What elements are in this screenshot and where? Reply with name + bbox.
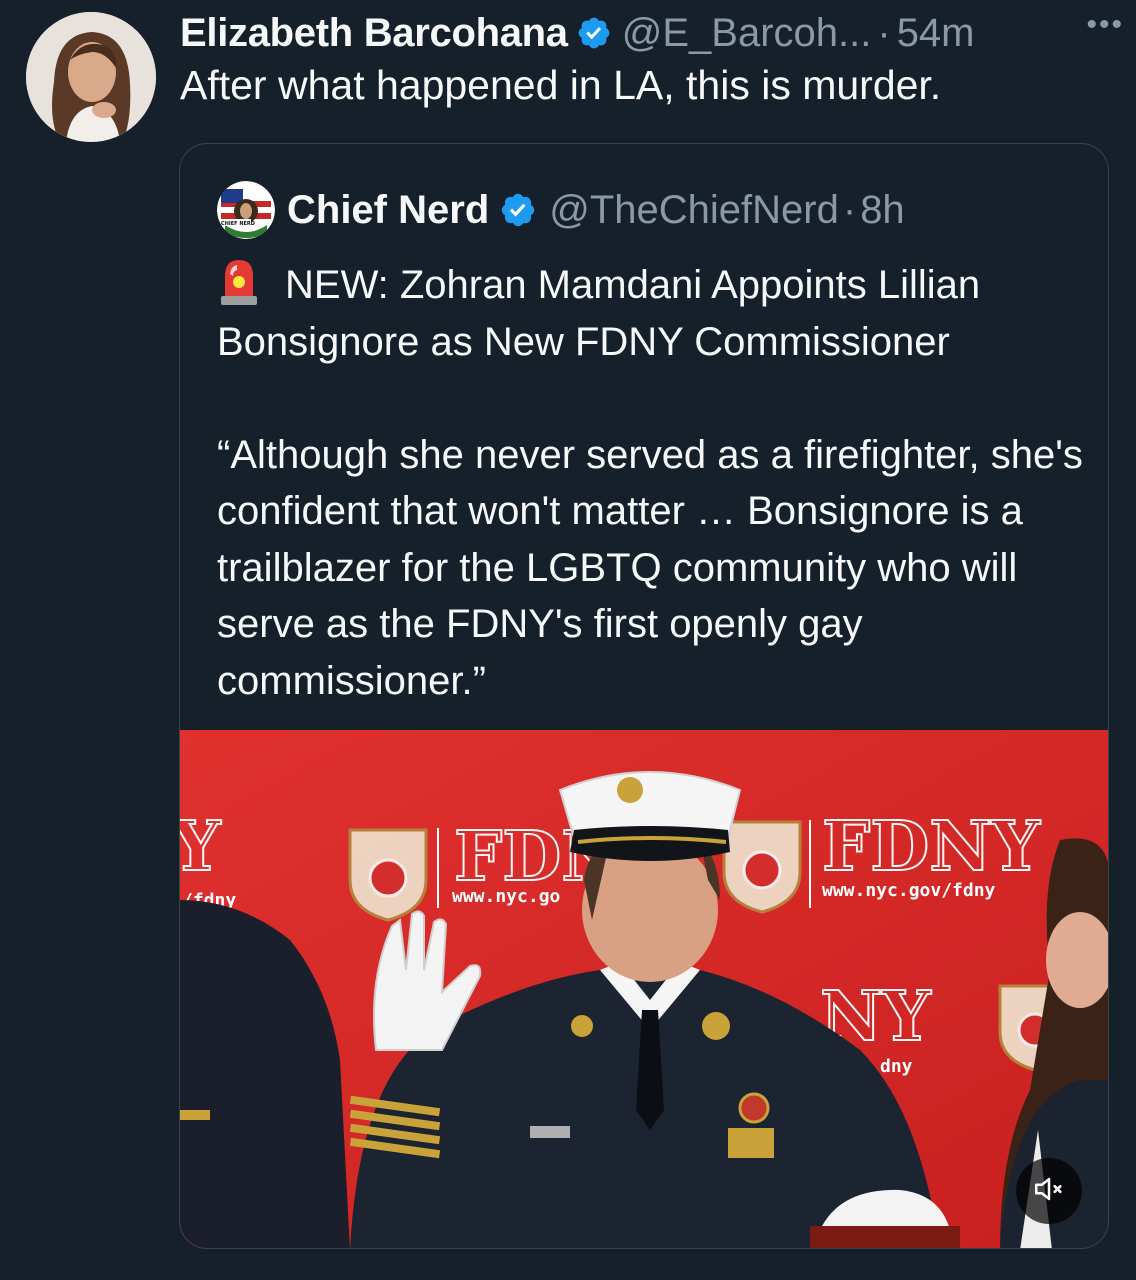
more-options-icon[interactable]: ••• [1086,8,1124,42]
quoted-tweet-header: CHIEF NERD Chief Nerd @TheChiefNerd · 8h [217,180,905,240]
mute-toggle-button[interactable] [1016,1158,1082,1224]
quoted-author-handle[interactable]: @TheChiefNerd [549,188,839,233]
speaker-muted-icon [1032,1172,1066,1211]
tweet-text: After what happened in LA, this is murde… [180,62,942,108]
quoted-avatar-label: CHIEF NERD [221,221,255,227]
quoted-tweet-text: NEW: Zohran Mamdani Appoints Lillian Bon… [217,256,1097,709]
siren-icon [217,256,261,306]
quoted-author-avatar[interactable]: CHIEF NERD [217,181,275,239]
backdrop-url-text: dny [880,1056,913,1077]
author-name[interactable]: Elizabeth Barcohana [180,11,568,56]
quoted-headline-text: NEW: Zohran Mamdani Appoints Lillian Bon… [217,263,981,364]
quoted-quote-text: “Although she never served as a firefigh… [217,432,1083,703]
backdrop-logo-text: FDNY [822,807,1041,887]
backdrop-url-text: www.nyc.gov/fdny [822,880,996,901]
verified-badge-icon [576,15,612,51]
author-handle[interactable]: @E_Barcoh... [622,11,872,56]
video-player[interactable]: FDN FDNY Y NY www.nyc.go www.nyc.gov/fdn… [180,730,1108,1248]
author-avatar[interactable] [26,12,156,142]
quoted-headline: NEW: Zohran Mamdani Appoints Lillian Bon… [217,256,1097,370]
quoted-author-name[interactable]: Chief Nerd [287,188,489,233]
quoted-tweet-timestamp[interactable]: 8h [860,188,905,233]
backdrop-logo-text: Y [180,807,222,887]
separator-dot: · [842,187,857,232]
quoted-tweet-card[interactable]: CHIEF NERD Chief Nerd @TheChiefNerd · 8h [179,143,1109,1249]
backdrop-url-text: www.nyc.go [452,886,560,907]
tweet-header: Elizabeth Barcohana @E_Barcoh... · 54m [180,6,1120,60]
tweet-timestamp[interactable]: 54m [897,11,975,56]
video-frame: FDN FDNY Y NY www.nyc.go www.nyc.gov/fdn… [180,730,1108,1248]
separator-dot: · [877,10,891,55]
verified-badge-icon [499,191,537,229]
